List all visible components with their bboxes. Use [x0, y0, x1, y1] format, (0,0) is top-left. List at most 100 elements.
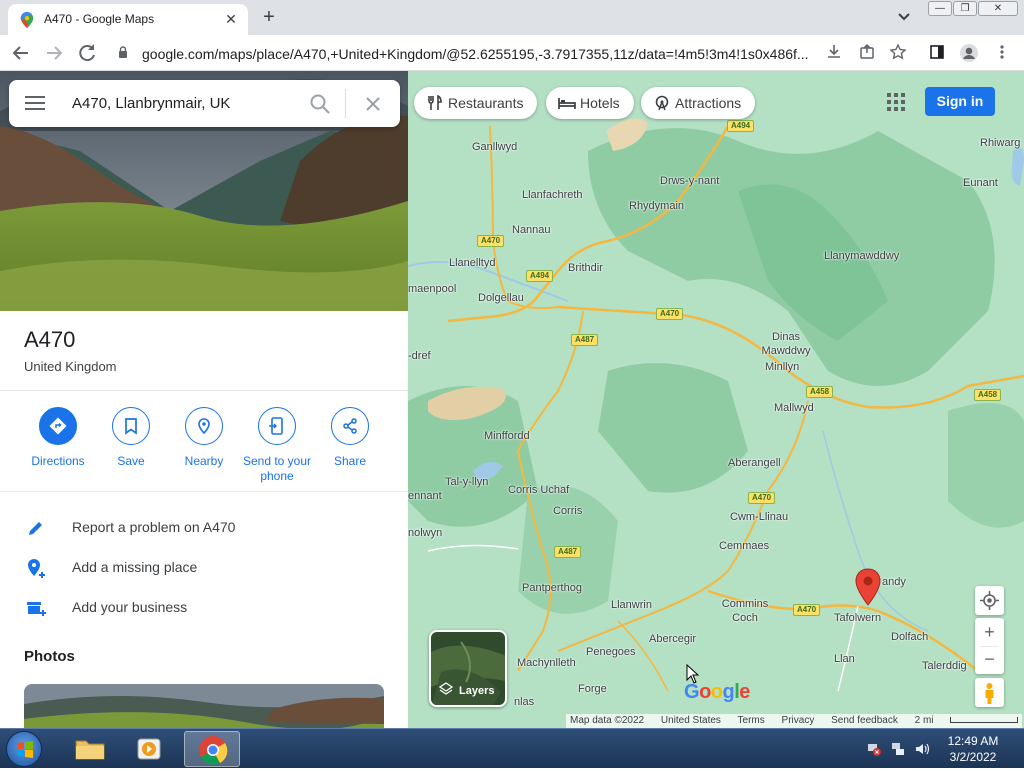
taskbar-media-player[interactable] [122, 731, 178, 767]
town-label[interactable]: Drws-y-nant [660, 175, 719, 187]
tab-close-icon[interactable]: ✕ [222, 10, 240, 28]
address-bar[interactable]: google.com/maps/place/A470,+United+Kingd… [104, 39, 824, 67]
town-label[interactable]: Tal-y-llyn [445, 476, 488, 488]
forward-button[interactable] [42, 41, 66, 65]
town-label[interactable]: andy [882, 576, 906, 588]
town-label[interactable]: Nannau [512, 224, 551, 236]
town-label[interactable]: Rhydymain [629, 200, 684, 212]
save-button[interactable]: Save [91, 407, 171, 469]
town-label[interactable]: Abercegir [649, 633, 696, 645]
send-to-phone-button[interactable]: Send to your phone [237, 407, 317, 484]
town-label[interactable]: Llanymawddwy [824, 250, 899, 262]
pegman-button[interactable] [975, 678, 1004, 707]
my-location-button[interactable] [975, 586, 1004, 615]
town-label[interactable]: Pantperthog [522, 582, 582, 594]
town-label[interactable]: Corris [553, 505, 582, 517]
town-label[interactable]: Commins Coch [720, 597, 770, 625]
chip-restaurants[interactable]: Restaurants [414, 87, 538, 119]
share-button[interactable]: Share [310, 407, 390, 469]
clear-search-icon[interactable] [363, 94, 383, 114]
scale-label[interactable]: 2 mi [915, 715, 934, 726]
close-window-button[interactable]: ✕ [978, 1, 1018, 16]
profile-avatar-icon[interactable] [959, 43, 979, 63]
new-tab-button[interactable]: + [256, 5, 282, 31]
send-feedback-link[interactable]: Send feedback [831, 715, 898, 726]
system-clock[interactable]: 12:49 AM 3/2/2022 [940, 733, 1006, 765]
road-shield: A487 [571, 334, 599, 346]
town-label[interactable]: Cwm-Llinau [730, 511, 788, 523]
town-label[interactable]: Machynlleth [517, 657, 576, 669]
town-label[interactable]: Cemmaes [719, 540, 769, 552]
terms-link[interactable]: Terms [738, 715, 765, 726]
search-icon[interactable] [309, 93, 331, 115]
town-label[interactable]: Dinas Mawddwy [761, 330, 811, 358]
zoom-in-button[interactable]: + [975, 618, 1004, 646]
location-pin-icon[interactable] [854, 568, 882, 606]
town-label[interactable]: Minllyn [765, 361, 799, 373]
nearby-button[interactable]: Nearby [164, 407, 244, 469]
town-label[interactable]: Llanwrin [611, 599, 652, 611]
url-text[interactable]: google.com/maps/place/A470,+United+Kingd… [142, 46, 809, 62]
town-label[interactable]: Rhiwarg [980, 137, 1020, 149]
taskbar-file-explorer[interactable] [62, 731, 118, 767]
town-label[interactable]: nolwyn [408, 527, 442, 539]
more-menu-icon[interactable] [992, 43, 1012, 63]
volume-icon[interactable] [914, 741, 930, 757]
town-label[interactable]: nlas [514, 696, 534, 708]
start-button[interactable] [6, 731, 42, 767]
arrow-left-icon [12, 46, 28, 60]
chip-hotels[interactable]: Hotels [546, 87, 634, 119]
network-warning-icon[interactable] [866, 741, 882, 757]
town-label[interactable]: Eunant [963, 177, 998, 189]
directions-button[interactable]: Directions [18, 407, 98, 469]
town-label[interactable]: Minffordd [484, 430, 530, 442]
town-label[interactable]: Brithdir [568, 262, 603, 274]
town-label[interactable]: ennant [408, 490, 442, 502]
search-input[interactable]: A470, Llanbrynmair, UK [72, 95, 230, 112]
privacy-link[interactable]: Privacy [782, 715, 815, 726]
town-label[interactable]: Llanfachreth [522, 189, 583, 201]
clock-time: 12:49 AM [947, 734, 999, 748]
nearby-icon [198, 418, 210, 435]
town-label[interactable]: Talerddig [922, 660, 967, 672]
town-label[interactable]: Aberangell [728, 457, 781, 469]
taskbar-chrome[interactable] [184, 731, 240, 767]
maximize-button[interactable]: ❐ [953, 1, 977, 16]
side-panel-icon[interactable] [927, 43, 947, 63]
google-apps-icon[interactable] [886, 92, 906, 112]
zoom-out-button[interactable]: − [975, 647, 1004, 674]
town-label[interactable]: Tafolwern [834, 612, 881, 624]
search-box[interactable]: A470, Llanbrynmair, UK [9, 80, 400, 127]
town-label[interactable]: Dolgellau [478, 292, 524, 304]
town-label[interactable]: Corris Uchaf [508, 484, 569, 496]
town-label[interactable]: Penegoes [586, 646, 636, 658]
chip-attractions[interactable]: Attractions [641, 87, 756, 119]
download-icon[interactable] [824, 43, 844, 63]
add-business-row[interactable]: Add your business [0, 589, 408, 625]
back-button[interactable] [9, 41, 33, 65]
chevron-down-icon[interactable] [894, 9, 914, 25]
reload-button[interactable] [75, 41, 99, 65]
layers-button[interactable]: Layers [429, 630, 507, 707]
town-label[interactable]: maenpool [408, 283, 456, 295]
add-missing-place-row[interactable]: Add a missing place [0, 549, 408, 585]
town-label[interactable]: Forge [578, 683, 607, 695]
town-label[interactable]: Llanelltyd [449, 257, 495, 269]
photo-thumbnail[interactable] [24, 684, 384, 728]
browser-tab-active[interactable]: A470 - Google Maps ✕ [8, 4, 248, 35]
share-page-icon[interactable] [857, 43, 877, 63]
town-label[interactable]: Dolfach [891, 631, 928, 643]
town-label[interactable]: Ganllwyd [472, 141, 517, 153]
map-canvas[interactable]: Ganllwyd Llanfachreth Drws-y-nant Rhydym… [408, 71, 1024, 728]
sign-in-button[interactable]: Sign in [925, 87, 995, 116]
network-icon[interactable] [890, 741, 906, 757]
town-label[interactable]: Llan [834, 653, 855, 665]
town-label[interactable]: Mallwyd [774, 402, 814, 414]
lock-icon[interactable] [118, 46, 128, 59]
report-problem-row[interactable]: Report a problem on A470 [0, 509, 408, 545]
region-link[interactable]: United States [661, 715, 721, 726]
bookmark-star-icon[interactable] [888, 43, 908, 63]
town-label[interactable]: -dref [408, 350, 431, 362]
minimize-button[interactable]: — [928, 1, 952, 16]
hamburger-menu-icon[interactable] [25, 94, 47, 112]
